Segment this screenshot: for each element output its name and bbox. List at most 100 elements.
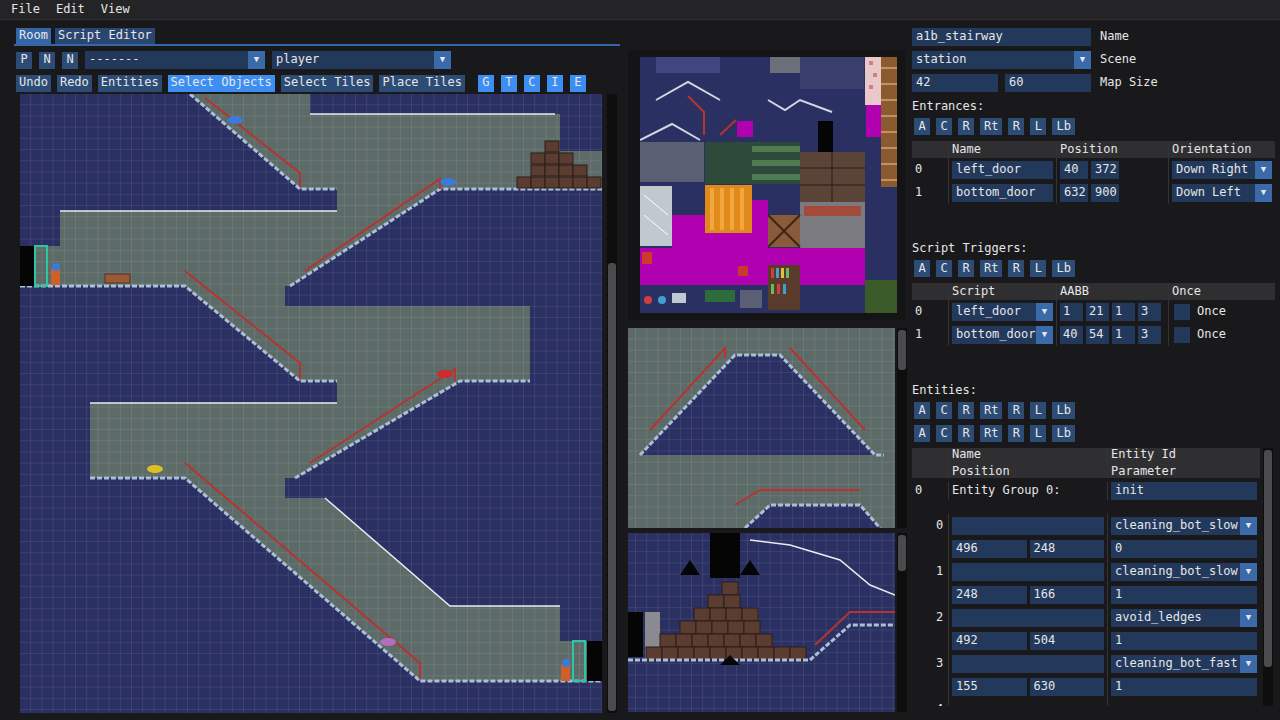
menu-item[interactable]: File [4,3,49,16]
x-field[interactable]: 492 [952,632,1027,650]
aabb-field[interactable]: 21 [1086,303,1109,321]
list-button[interactable]: R [1008,118,1024,135]
tile-preview[interactable] [628,328,895,528]
entity-scrollbar[interactable] [1263,448,1273,706]
dropdown-arrow-icon[interactable]: ▼ [248,51,265,69]
list-button[interactable]: R [958,118,974,135]
toggle-button[interactable]: C [524,75,540,92]
aabb-field[interactable]: 1 [1060,303,1083,321]
list-button[interactable]: A [914,118,930,135]
tool-button[interactable]: Redo [57,75,92,92]
tool-button[interactable]: Select Objects [168,75,275,92]
mode-button[interactable]: P [16,52,32,69]
name-field[interactable] [952,609,1104,627]
list-button[interactable]: Lb [1052,260,1074,277]
tool-button[interactable]: Undo [16,75,51,92]
dropdown-arrow-icon[interactable]: ▼ [434,51,451,69]
list-button[interactable]: Lb [1052,402,1074,419]
entity-select[interactable]: avoid_ledges▼ [1111,609,1257,627]
list-button[interactable]: R [958,402,974,419]
dropdown-arrow-icon[interactable]: ▼ [1255,184,1272,202]
list-button[interactable]: L [1030,260,1046,277]
toggle-button[interactable]: G [478,75,494,92]
aabb-field[interactable]: 1 [1112,303,1135,321]
tab[interactable]: Room [16,28,51,44]
preview-scrollbar[interactable] [897,328,907,528]
aabb-field[interactable]: 3 [1138,326,1161,344]
tool-button[interactable]: Entities [98,75,162,92]
scene-select[interactable]: station▼ [912,51,1091,69]
list-button[interactable]: R [1008,402,1024,419]
width-field[interactable]: 42 [912,74,998,92]
name-field[interactable] [952,563,1104,581]
once-checkbox[interactable] [1174,327,1190,343]
map-scrollbar[interactable] [607,94,617,713]
parameter-field[interactable]: 1 [1111,632,1257,650]
mode-button[interactable]: N [62,52,78,69]
height-field[interactable]: 60 [1005,74,1091,92]
toggle-button[interactable]: I [547,75,563,92]
orientation-select[interactable]: Down Left▼ [1172,184,1272,202]
list-button[interactable]: Lb [1052,425,1074,442]
x-field[interactable]: 155 [952,678,1027,696]
room-map[interactable] [20,94,602,713]
parameter-field[interactable]: 0 [1111,540,1257,558]
list-button[interactable]: A [914,260,930,277]
y-field[interactable]: 630 [1030,678,1105,696]
tool-button[interactable]: Select Tiles [281,75,374,92]
object-select[interactable]: player▼ [272,51,451,69]
x-field[interactable]: 248 [952,586,1027,604]
tab[interactable]: Script Editor [55,28,155,44]
dropdown-arrow-icon[interactable]: ▼ [1255,161,1272,179]
dropdown-arrow-icon[interactable]: ▼ [1036,303,1053,321]
orientation-select[interactable]: Down Right▼ [1172,161,1272,179]
script-select[interactable]: bottom_door▼ [952,326,1053,344]
entity-select[interactable]: cleaning_bot_slow▼ [1111,517,1257,535]
name-field[interactable]: a1b_stairway [912,28,1091,46]
scroll-thumb[interactable] [1264,450,1272,667]
tile-preview[interactable] [628,533,895,712]
toggle-button[interactable]: T [501,75,517,92]
list-button[interactable]: R [1008,260,1024,277]
tileset[interactable] [640,57,897,313]
list-button[interactable]: C [936,260,952,277]
list-button[interactable]: Rt [980,118,1002,135]
dropdown-arrow-icon[interactable]: ▼ [1240,517,1257,535]
aabb-field[interactable]: 40 [1060,326,1083,344]
list-button[interactable]: Rt [980,425,1002,442]
name-field[interactable] [952,655,1104,673]
list-button[interactable]: Rt [980,260,1002,277]
list-button[interactable]: L [1030,425,1046,442]
list-button[interactable]: R [958,425,974,442]
once-checkbox[interactable] [1174,304,1190,320]
aabb-field[interactable]: 54 [1086,326,1109,344]
list-button[interactable]: L [1030,402,1046,419]
aabb-field[interactable]: 3 [1138,303,1161,321]
x-field[interactable]: 40 [1060,161,1088,179]
x-field[interactable]: 496 [952,540,1027,558]
tool-button[interactable]: Place Tiles [379,75,464,92]
x-field[interactable]: 632 [1060,184,1088,202]
scroll-thumb[interactable] [898,330,906,370]
dropdown-arrow-icon[interactable]: ▼ [1240,655,1257,673]
list-button[interactable]: C [936,402,952,419]
toggle-button[interactable]: E [570,75,586,92]
dropdown-arrow-icon[interactable]: ▼ [1240,563,1257,581]
list-button[interactable]: R [958,260,974,277]
list-button[interactable]: Rt [980,402,1002,419]
dropdown-arrow-icon[interactable]: ▼ [1074,51,1091,69]
name-field[interactable] [952,517,1104,535]
dropdown-arrow-icon[interactable]: ▼ [1036,326,1053,344]
list-button[interactable]: R [1008,425,1024,442]
list-button[interactable]: Lb [1052,118,1074,135]
menu-item[interactable]: View [94,3,139,16]
y-field[interactable]: 372 [1091,161,1119,179]
script-select[interactable]: left_door▼ [952,303,1053,321]
name-field[interactable]: bottom_door [952,184,1053,202]
y-field[interactable]: 248 [1030,540,1105,558]
scroll-thumb[interactable] [608,263,616,711]
aabb-field[interactable]: 1 [1112,326,1135,344]
menu-item[interactable]: Edit [49,3,94,16]
list-button[interactable]: A [914,402,930,419]
entity-select[interactable]: cleaning_bot_slow▼ [1111,563,1257,581]
